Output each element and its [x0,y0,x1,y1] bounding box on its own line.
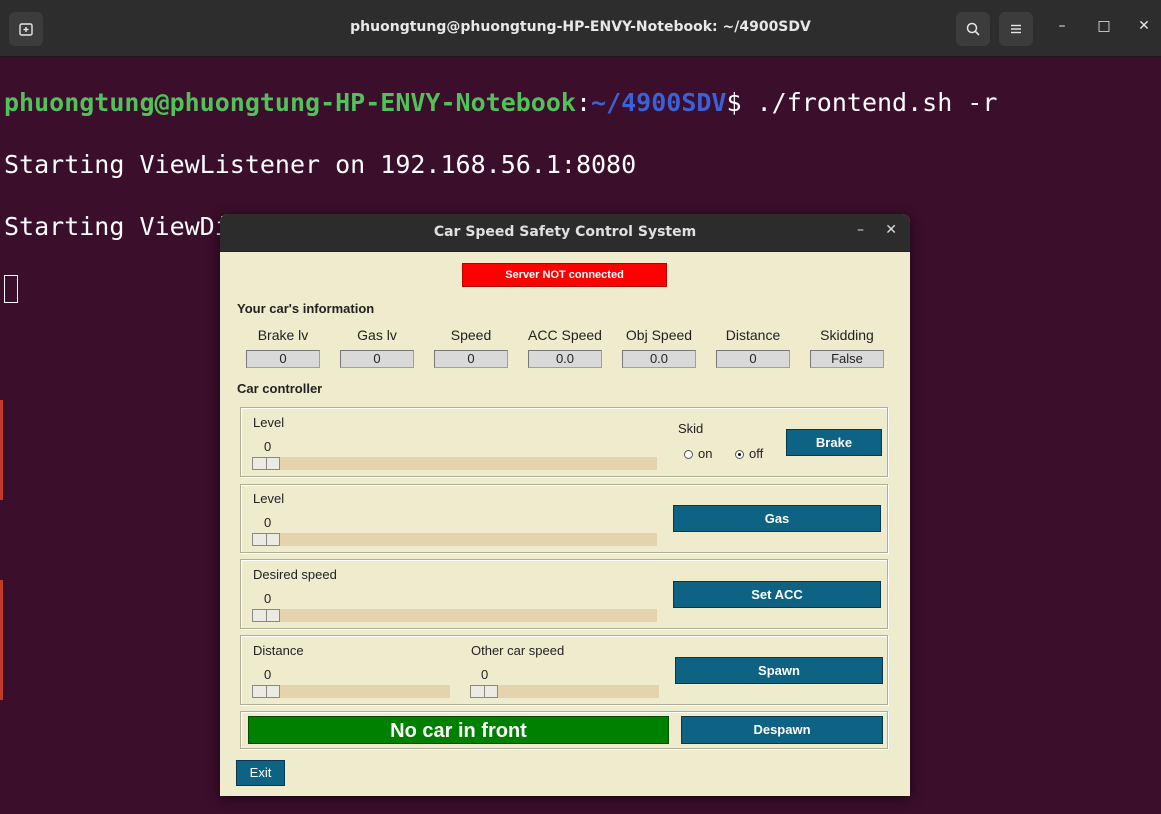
search-icon [965,19,981,38]
other-car-speed-label: Other car speed [471,643,565,658]
gas-group: Level 0 Gas [240,484,888,553]
info-label-brake: Brake lv [257,327,309,343]
car-control-window: Car Speed Safety Control System – ✕ Serv… [220,214,910,796]
brake-button[interactable]: Brake [786,429,882,456]
brake-level-slider[interactable] [252,457,657,470]
desired-speed-slider-thumb[interactable] [252,609,280,622]
other-car-speed-slider[interactable] [470,685,659,698]
left-edge-accent [0,580,3,700]
skid-off-label: off [749,446,764,461]
info-value-brake: 0 [246,350,320,368]
menu-button[interactable] [999,12,1033,46]
desired-speed-label: Desired speed [253,567,337,582]
info-label-acc-speed: ACC Speed [528,327,602,343]
front-car-status: No car in front [248,716,669,744]
skid-on-radio[interactable]: on [684,446,712,461]
brake-group: Level 0 Skid on off Brake [240,407,888,477]
gas-level-label: Level [253,491,285,506]
app-titlebar: Car Speed Safety Control System – ✕ [220,214,910,252]
maximize-button[interactable]: □ [1094,18,1114,34]
app-minimize-button[interactable]: – [857,222,864,238]
skid-on-label: on [698,446,713,461]
brake-level-value: 0 [264,439,272,454]
terminal-titlebar: phuongtung@phuongtung-HP-ENVY-Notebook: … [0,0,1161,57]
spawn-group: Distance 0 Other car speed 0 Spawn [240,635,888,705]
info-value-distance: 0 [716,350,790,368]
info-value-skidding: False [810,350,884,368]
app-close-button[interactable]: ✕ [885,222,897,238]
info-value-speed: 0 [434,350,508,368]
acc-group: Desired speed 0 Set ACC [240,559,888,629]
other-car-speed-value: 0 [481,667,489,682]
radio-off-icon [684,450,693,459]
app-title: Car Speed Safety Control System [433,224,697,240]
desired-speed-slider[interactable] [252,609,657,622]
output-line: Starting ViewListener on 192.168.56.1:80… [4,150,637,179]
spawn-button[interactable]: Spawn [675,657,883,684]
despawn-button[interactable]: Despawn [681,716,883,744]
desired-speed-value: 0 [264,591,272,606]
gas-slider-thumb[interactable] [252,533,280,546]
brake-slider-thumb[interactable] [252,457,280,470]
other-car-speed-slider-thumb[interactable] [470,685,498,698]
prompt-user: phuongtung@phuongtung-HP-ENVY-Notebook [4,88,576,117]
info-label-obj-speed: Obj Speed [625,327,693,343]
prompt-command: $ ./frontend.sh -r [726,88,998,117]
skid-off-radio[interactable]: off [735,446,763,461]
left-edge-accent [0,400,3,500]
info-value-obj-speed: 0.0 [622,350,696,368]
distance-label: Distance [253,643,304,658]
gas-button[interactable]: Gas [673,505,881,532]
hamburger-menu-icon [1008,19,1024,38]
info-heading: Your car's information [237,301,375,316]
distance-slider-thumb[interactable] [252,685,280,698]
set-acc-button[interactable]: Set ACC [673,581,881,608]
close-button[interactable]: ✕ [1134,18,1154,34]
distance-slider[interactable] [252,685,450,698]
info-label-speed: Speed [450,327,492,343]
terminal-cursor [4,275,18,303]
gas-level-slider[interactable] [252,533,657,546]
search-button[interactable] [956,12,990,46]
server-status-badge: Server NOT connected [462,263,667,287]
controller-heading: Car controller [237,381,323,396]
prompt-path: ~/4900SDV [591,88,727,117]
info-value-gas: 0 [340,350,414,368]
info-label-gas: Gas lv [357,327,397,343]
radio-selected-icon [735,450,744,459]
prompt-colon: : [575,88,592,117]
gas-level-value: 0 [264,515,272,530]
minimize-button[interactable]: – [1052,18,1072,34]
info-label-skidding: Skidding [820,327,874,343]
info-label-distance: Distance [725,327,781,343]
prompt-line: phuongtung@phuongtung-HP-ENVY-Notebook:~… [4,87,997,118]
distance-value: 0 [264,667,272,682]
brake-level-label: Level [253,415,285,430]
exit-button[interactable]: Exit [236,760,285,786]
info-value-acc-speed: 0.0 [528,350,602,368]
skid-label: Skid [678,421,704,436]
